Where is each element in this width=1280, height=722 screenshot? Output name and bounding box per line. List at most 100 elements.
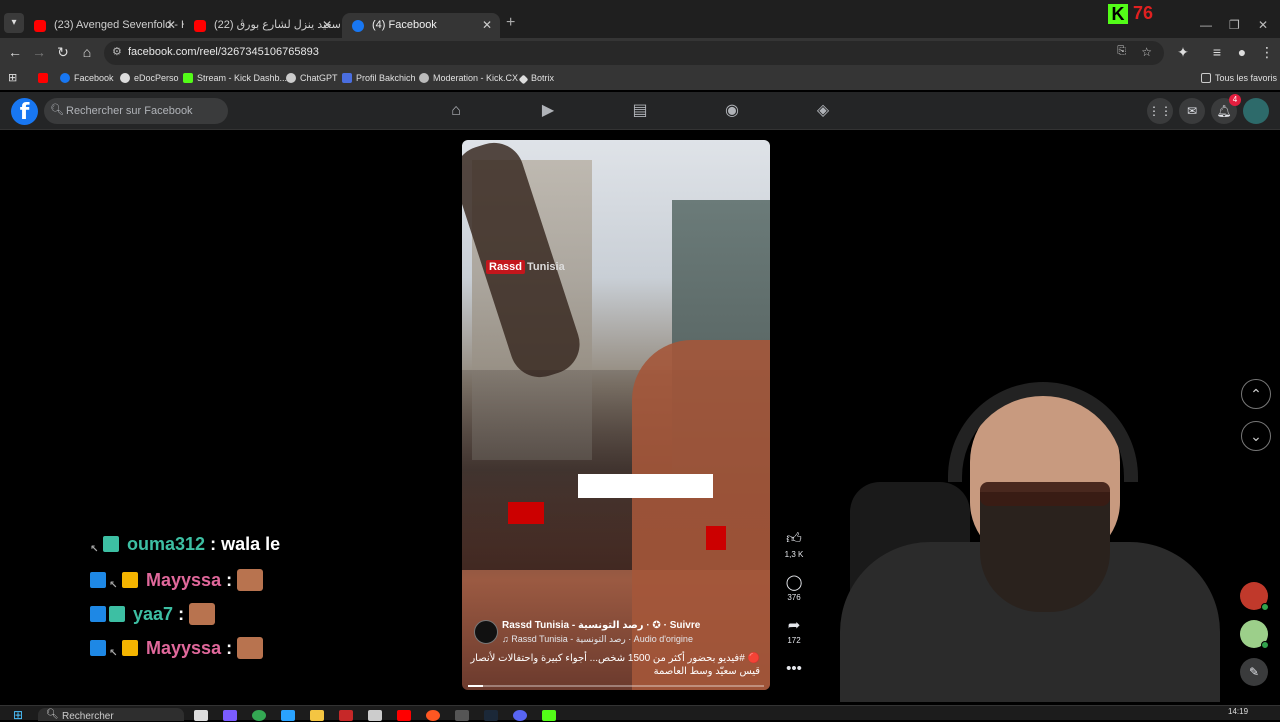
chrome-icon[interactable] [252, 710, 266, 721]
back-icon[interactable]: ← [6, 44, 24, 60]
close-icon[interactable]: ✕ [482, 13, 492, 38]
reload-icon[interactable]: ↻ [54, 44, 72, 61]
star-icon[interactable]: ☆ [1141, 45, 1152, 59]
bookmark-chatgpt[interactable]: ChatGPT [286, 73, 338, 83]
more-options-button[interactable]: ••• [780, 660, 808, 678]
groups-icon[interactable]: ◉ [722, 101, 742, 121]
share-button[interactable]: ➦ 172 [780, 616, 808, 645]
edocperso-icon [120, 73, 130, 83]
file-explorer-icon[interactable] [310, 710, 324, 721]
next-reel-button[interactable]: ⌄ [1241, 421, 1271, 451]
install-icon[interactable]: ⎘ [1117, 45, 1126, 58]
tab-title: (23) Avenged Sevenfold - Hail T [54, 19, 184, 31]
like-count: 1,3 K [784, 550, 804, 559]
badge-icon [109, 606, 125, 622]
tab-search-button[interactable]: ▾ [4, 13, 24, 33]
kick-icon: K [1108, 4, 1128, 24]
account-avatar[interactable] [1243, 98, 1269, 124]
steam-icon[interactable] [484, 710, 498, 721]
minimize-icon[interactable]: — [1200, 18, 1212, 32]
gaming-icon[interactable]: ◈ [813, 101, 833, 121]
chat-separator: : [173, 604, 190, 624]
browser-tab-strip: ▾ (23) Avenged Sevenfold - Hail T ✕ قيس … [0, 0, 1280, 38]
online-indicator [1261, 603, 1269, 611]
home-icon[interactable]: ⌂ [446, 101, 466, 121]
obs-icon[interactable] [455, 710, 469, 721]
badge-icon [103, 536, 119, 552]
reel-author[interactable]: Rassd Tunisia - رصد التونسية · ✪ · Suivr… [502, 620, 700, 631]
bookmark-facebook[interactable]: Facebook [60, 73, 114, 83]
facebook-icon [60, 73, 70, 83]
tab-youtube-kais[interactable]: قيس سعيد ينزل لشارع بورڨ (22) ✕ [184, 13, 340, 38]
messenger-icon[interactable]: ✉ [1179, 98, 1205, 124]
home-icon[interactable]: ⌂ [78, 44, 96, 60]
sword-badge-icon: ↖ [109, 580, 118, 591]
close-window-icon[interactable]: ✕ [1258, 18, 1268, 32]
bookmark-bakchich[interactable]: Profil Bakchich [342, 73, 416, 83]
maximize-icon[interactable]: ❐ [1229, 18, 1240, 32]
tab-youtube-avenged[interactable]: (23) Avenged Sevenfold - Hail T ✕ [24, 13, 184, 38]
brave-icon[interactable] [426, 710, 440, 721]
forward-icon[interactable]: → [30, 44, 48, 60]
previous-reel-button[interactable]: ⌃ [1241, 379, 1271, 409]
copilot-icon[interactable] [223, 710, 237, 721]
emote-icon [237, 637, 264, 659]
facebook-search-input[interactable]: 🔍︎ Rechercher sur Facebook [44, 98, 228, 124]
chat-message: ↖ ouma312 : wala le [90, 534, 280, 558]
reel-video[interactable]: Rassd Tunisia Rassd Tunisia - رصد التونسي… [462, 140, 770, 690]
chat-separator: : [221, 570, 238, 590]
close-icon[interactable]: ✕ [166, 13, 176, 38]
reel-author-avatar[interactable] [474, 620, 498, 644]
censor-box [578, 474, 713, 498]
bookmark-botrix[interactable]: Botrix [518, 73, 554, 85]
app-icon[interactable] [339, 710, 353, 721]
menu-icon[interactable]: ⋮ [1258, 44, 1276, 61]
tab-facebook[interactable]: (4) Facebook ✕ [342, 13, 500, 38]
notification-badge: 4 [1229, 94, 1241, 106]
new-message-button[interactable]: ✎ [1240, 658, 1268, 686]
windows-taskbar: ⊞ 🔍︎ Rechercher 14:19 [0, 705, 1280, 722]
chat-message: yaa7 : [90, 603, 216, 627]
facebook-header: f 🔍︎ Rechercher sur Facebook ⌂ ▶ ▤ ◉ ◈ ⋮… [0, 92, 1280, 130]
facebook-logo[interactable]: f [11, 98, 38, 125]
task-view-icon[interactable] [194, 710, 208, 721]
share-icon: ➦ [787, 617, 801, 634]
like-button[interactable]: 👍︎ 1,3 K [780, 530, 808, 559]
new-tab-button[interactable]: + [506, 14, 515, 32]
discord-icon[interactable] [513, 710, 527, 721]
youtube-icon[interactable] [397, 710, 411, 721]
store-icon[interactable] [281, 710, 295, 721]
kick-icon[interactable] [542, 710, 556, 721]
chat-message: ↖ Mayyssa : [90, 569, 264, 593]
profile-avatar-icon[interactable]: ● [1233, 44, 1251, 60]
url-text: facebook.com/reel/3267345106765893 [128, 46, 319, 58]
reel-progress-bar[interactable] [468, 685, 764, 687]
bakchich-icon [342, 73, 352, 83]
bookmark-kick-dashboard[interactable]: Stream - Kick Dashb... [183, 73, 287, 83]
moderator-badge-icon [90, 572, 106, 588]
all-bookmarks[interactable]: Tous les favoris [1201, 73, 1277, 83]
marketplace-icon[interactable]: ▤ [630, 101, 650, 121]
address-bar[interactable]: ⚙ facebook.com/reel/3267345106765893 ⎘ ☆ [104, 41, 1164, 65]
comment-button[interactable]: ◯ 376 [780, 573, 808, 602]
youtube-icon [194, 20, 206, 32]
bookmark-edocperso[interactable]: eDocPerso [120, 73, 179, 83]
app-icon[interactable] [368, 710, 382, 721]
bookmark-youtube[interactable] [38, 73, 52, 83]
bookmark-moderation[interactable]: Moderation - Kick.CX [419, 73, 518, 83]
close-icon[interactable]: ✕ [322, 13, 332, 38]
chevron-up-icon: ⌃ [1250, 386, 1262, 402]
reel-audio[interactable]: ♫ Rassd Tunisia - رصد التونسية · Audio d… [502, 634, 693, 645]
windows-search-input[interactable]: 🔍︎ Rechercher [38, 708, 184, 722]
media-control-icon[interactable]: ≡ [1208, 44, 1226, 60]
crown-badge-icon [122, 572, 138, 588]
moderator-badge-icon [90, 640, 106, 656]
extensions-icon[interactable]: ✦ [1174, 44, 1192, 61]
emote-icon [189, 603, 216, 625]
menu-grid-icon[interactable]: ⋮⋮ [1147, 98, 1173, 124]
site-info-icon[interactable]: ⚙ [112, 45, 122, 58]
video-icon[interactable]: ▶ [538, 101, 558, 121]
tab-title: (4) Facebook [372, 19, 437, 31]
windows-start-icon[interactable]: ⊞ [13, 709, 27, 721]
apps-icon[interactable]: ⊞ [8, 71, 17, 84]
